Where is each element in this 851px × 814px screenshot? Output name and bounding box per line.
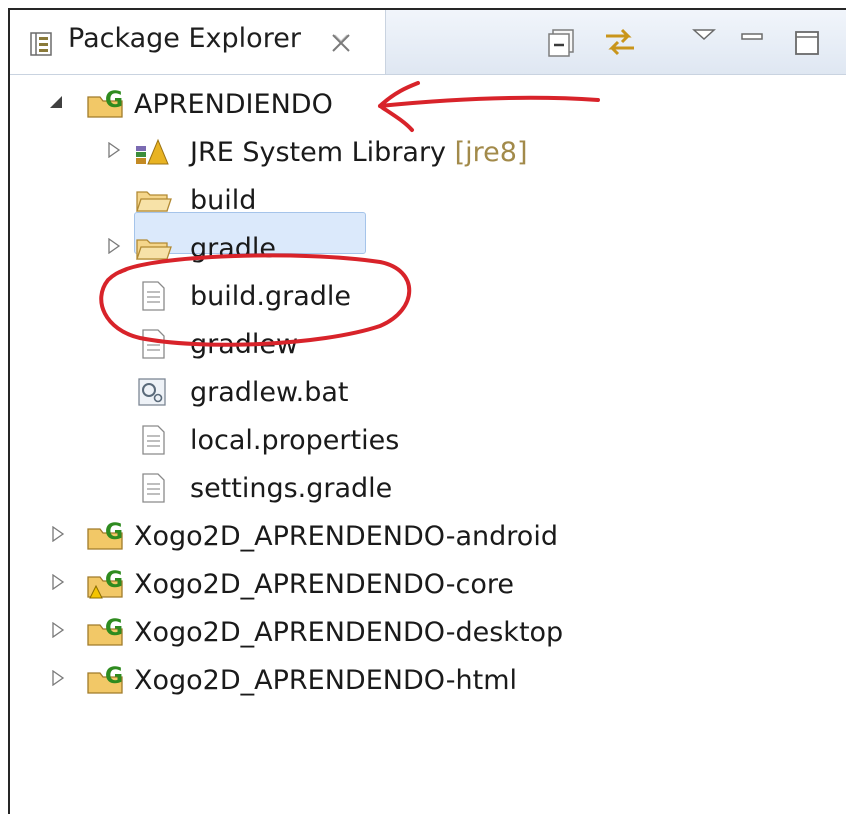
collapsed-arrow-icon[interactable] (50, 622, 66, 638)
svg-text:G: G (105, 664, 123, 689)
gradle-project-warning-icon: G (87, 568, 123, 599)
project-label: Xogo2D_APRENDENDO-core (134, 569, 514, 600)
file-icon (142, 425, 165, 455)
collapsed-arrow-icon[interactable] (50, 526, 66, 542)
tree-item-label: local.properties (190, 425, 400, 456)
tree-item-label: build (190, 185, 257, 216)
gradle-project-icon: G (87, 520, 123, 550)
collapsed-arrow-icon[interactable] (106, 238, 122, 254)
tree-item-label: gradle (190, 233, 277, 264)
maximize-icon[interactable] (792, 22, 822, 62)
minimize-icon[interactable] (738, 22, 766, 62)
close-icon[interactable] (330, 32, 352, 54)
tree-item-label: settings.gradle (190, 473, 393, 504)
file-icon (142, 281, 165, 311)
tree-item-label: gradlew (190, 329, 299, 360)
collapse-all-icon[interactable] (545, 22, 579, 62)
package-explorer-icon (30, 32, 52, 56)
folder-icon (136, 191, 172, 212)
project-label: Xogo2D_APRENDENDO-android (134, 521, 558, 552)
svg-text:G: G (105, 88, 123, 113)
jre-label: JRE System Library (190, 137, 447, 168)
folder-icon (136, 239, 172, 260)
svg-text:G: G (105, 568, 123, 593)
tree-item-label: build.gradle (190, 281, 352, 312)
expanded-arrow-icon[interactable] (48, 94, 64, 110)
project-label: Xogo2D_APRENDENDO-html (134, 665, 517, 696)
collapsed-arrow-icon[interactable] (106, 142, 122, 158)
file-icon (142, 473, 165, 503)
svg-text:G: G (105, 520, 123, 545)
file-icon (142, 329, 165, 359)
tree-item-label: JRE System Library [jre8] (190, 130, 528, 176)
view-menu-icon[interactable] (690, 22, 718, 62)
tree-item-label: gradlew.bat (190, 377, 349, 408)
project-label: APRENDIENDO (134, 89, 333, 120)
collapsed-arrow-icon[interactable] (50, 670, 66, 686)
collapsed-arrow-icon[interactable] (50, 574, 66, 590)
project-label: Xogo2D_APRENDENDO-desktop (134, 617, 564, 648)
library-icon (136, 138, 169, 165)
package-explorer-view: Package Explorer G APRENDIENDO JRE Syste… (8, 8, 846, 814)
jre-decoration: [jre8] (454, 137, 528, 168)
gradle-project-icon: G (87, 616, 123, 646)
view-toolbar: Package Explorer (10, 10, 846, 75)
gradle-project-icon: G (87, 88, 123, 118)
tab-package-explorer[interactable]: Package Explorer (10, 10, 386, 74)
batch-file-icon (138, 378, 166, 406)
svg-text:G: G (105, 616, 123, 641)
link-with-editor-icon[interactable] (600, 22, 640, 62)
gradle-project-icon: G (87, 664, 123, 694)
tab-title: Package Explorer (68, 23, 301, 54)
